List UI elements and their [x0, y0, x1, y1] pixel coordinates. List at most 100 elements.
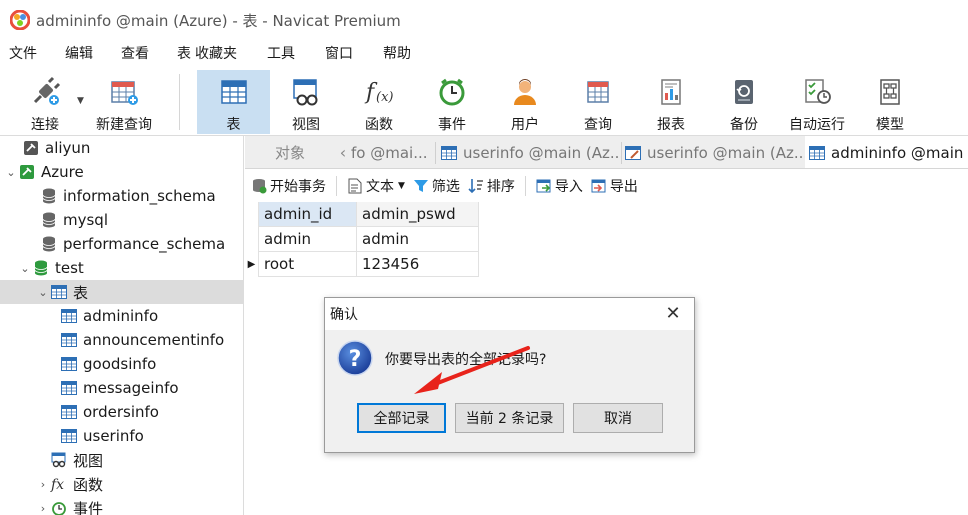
model-icon — [875, 74, 905, 110]
tree-item-information-schema[interactable]: information_schema — [0, 184, 243, 208]
table-row[interactable]: ▶ root 123456 — [245, 252, 479, 277]
tree-item-aliyun[interactable]: aliyun — [0, 136, 243, 160]
grid-cell[interactable]: admin — [259, 227, 357, 252]
tree-item-announcementinfo[interactable]: announcementinfo — [0, 328, 243, 352]
event-clock-icon — [437, 74, 467, 110]
chevron-right-icon[interactable]: › — [36, 478, 50, 491]
window-title: admininfo @main (Azure) - 表 - Navicat Pr… — [36, 11, 401, 30]
grid-cell[interactable]: admin — [357, 227, 479, 252]
table-icon — [809, 145, 825, 161]
export-button[interactable]: 导出 — [589, 173, 644, 199]
tree-item-goodsinfo[interactable]: goodsinfo — [0, 352, 243, 376]
menu-window[interactable]: 窗口 — [316, 40, 362, 68]
all-records-button[interactable]: 全部记录 — [357, 403, 446, 433]
chevron-down-icon[interactable]: ⌄ — [18, 262, 32, 275]
text-button[interactable]: 文本 ▼ — [341, 173, 411, 199]
sort-icon — [468, 178, 484, 194]
grid-cell[interactable]: root — [259, 252, 357, 277]
chevron-down-icon[interactable]: ▼ — [77, 96, 84, 106]
filter-icon — [413, 178, 429, 194]
user-label: 用户 — [511, 117, 539, 133]
confirm-dialog: 确认 ✕ ? 你要导出表的全部记录吗? 全部记录 当前 2 条记录 取消 — [324, 297, 695, 453]
tab-userinfo-1[interactable]: userinfo @main (Az... — [437, 136, 621, 168]
dialog-title-bar: 确认 ✕ — [325, 298, 694, 330]
tree-item-userinfo[interactable]: userinfo — [0, 424, 243, 448]
tab-userinfo-2[interactable]: userinfo @main (Az... — [621, 136, 805, 168]
query-label: 查询 — [584, 117, 612, 133]
grid-cell[interactable]: 123456 — [357, 252, 479, 277]
tab-scroll-left-icon[interactable]: ‹ — [335, 136, 351, 168]
user-button[interactable]: 用户 — [491, 70, 559, 134]
tree-item-test[interactable]: ⌄ test — [0, 256, 243, 280]
chevron-down-icon[interactable]: ⌄ — [4, 166, 18, 179]
import-label: 导入 — [554, 178, 583, 195]
tree-item-label: 表 — [73, 283, 89, 302]
current-records-button[interactable]: 当前 2 条记录 — [455, 403, 564, 433]
tree-item-mysql[interactable]: mysql — [0, 208, 243, 232]
tab-label: userinfo @main (Az... — [647, 143, 805, 162]
tab-admininfo[interactable]: admininfo @main ( — [805, 136, 968, 168]
sort-label: 排序 — [486, 178, 515, 195]
text-label: 文本 — [366, 178, 394, 195]
tree-item-performance-schema[interactable]: performance_schema — [0, 232, 243, 256]
title-bar: admininfo @main (Azure) - 表 - Navicat Pr… — [0, 0, 968, 40]
database-icon — [40, 187, 58, 205]
function-button[interactable]: f (x) 函数 — [345, 70, 413, 134]
tree-item-ordersinfo[interactable]: ordersinfo — [0, 400, 243, 424]
automation-button[interactable]: 自动运行 — [783, 70, 851, 134]
connect-button[interactable]: 连接 — [14, 70, 76, 134]
new-query-button[interactable]: 新建查询 — [88, 70, 160, 134]
begin-transaction-button[interactable]: 开始事务 — [245, 173, 332, 199]
view-button[interactable]: 视图 — [272, 70, 340, 134]
filter-button[interactable]: 筛选 — [411, 173, 466, 199]
model-label: 模型 — [876, 117, 904, 133]
sort-button[interactable]: 排序 — [466, 173, 521, 199]
automation-icon — [801, 74, 833, 110]
query-button[interactable]: 查询 — [564, 70, 632, 134]
chevron-down-icon: ▼ — [398, 180, 405, 191]
backup-icon — [729, 74, 759, 110]
tree-item-messageinfo[interactable]: messageinfo — [0, 376, 243, 400]
menu-edit[interactable]: 编辑 — [56, 40, 102, 68]
column-header-admin-pswd[interactable]: admin_pswd — [357, 202, 479, 227]
tree-item-label: admininfo — [83, 307, 159, 325]
table-icon — [60, 379, 78, 397]
import-button[interactable]: 导入 — [530, 173, 589, 199]
import-icon — [536, 178, 552, 194]
function-label: 函数 — [365, 117, 393, 133]
event-clock-icon — [50, 499, 68, 515]
table-toolbar: 开始事务 文本 ▼ 筛选 排序 导入 导出 — [245, 169, 968, 202]
menu-tools[interactable]: 工具 — [258, 40, 304, 68]
menu-file[interactable]: 文件 — [0, 40, 46, 68]
close-icon[interactable]: ✕ — [662, 303, 684, 325]
user-icon — [510, 74, 540, 110]
chevron-down-icon[interactable]: ⌄ — [36, 286, 50, 299]
tab-objects[interactable]: 对象 — [245, 136, 335, 168]
tree-item-functions[interactable]: › fx 函数 — [0, 472, 243, 496]
tree-item-azure[interactable]: ⌄ Azure — [0, 160, 243, 184]
table-design-icon — [625, 145, 641, 161]
report-button[interactable]: 报表 — [637, 70, 705, 134]
cancel-button[interactable]: 取消 — [573, 403, 663, 433]
navicat-logo-icon — [10, 10, 30, 30]
export-label: 导出 — [609, 178, 638, 195]
backup-button[interactable]: 备份 — [710, 70, 778, 134]
document-icon — [347, 178, 363, 194]
event-button[interactable]: 事件 — [418, 70, 486, 134]
tree-item-views[interactable]: 视图 — [0, 448, 243, 472]
model-button[interactable]: 模型 — [856, 70, 924, 134]
tree-item-admininfo[interactable]: admininfo — [0, 304, 243, 328]
column-header-admin-id[interactable]: admin_id — [259, 202, 357, 227]
table-row[interactable]: admin admin — [245, 227, 479, 252]
menu-favorites[interactable]: 收藏夹 — [193, 40, 246, 68]
tree-item-tables[interactable]: ⌄ 表 — [0, 280, 243, 304]
menu-table[interactable]: 表 — [168, 40, 193, 68]
connection-icon — [22, 139, 40, 157]
menu-help[interactable]: 帮助 — [374, 40, 420, 68]
table-button[interactable]: 表 — [197, 70, 270, 134]
tree-item-events[interactable]: › 事件 — [0, 496, 243, 515]
chevron-right-icon[interactable]: › — [36, 502, 50, 515]
tab-partial[interactable]: fo @mai... — [351, 136, 435, 168]
menu-view[interactable]: 查看 — [112, 40, 158, 68]
toolbar-divider — [336, 175, 337, 196]
